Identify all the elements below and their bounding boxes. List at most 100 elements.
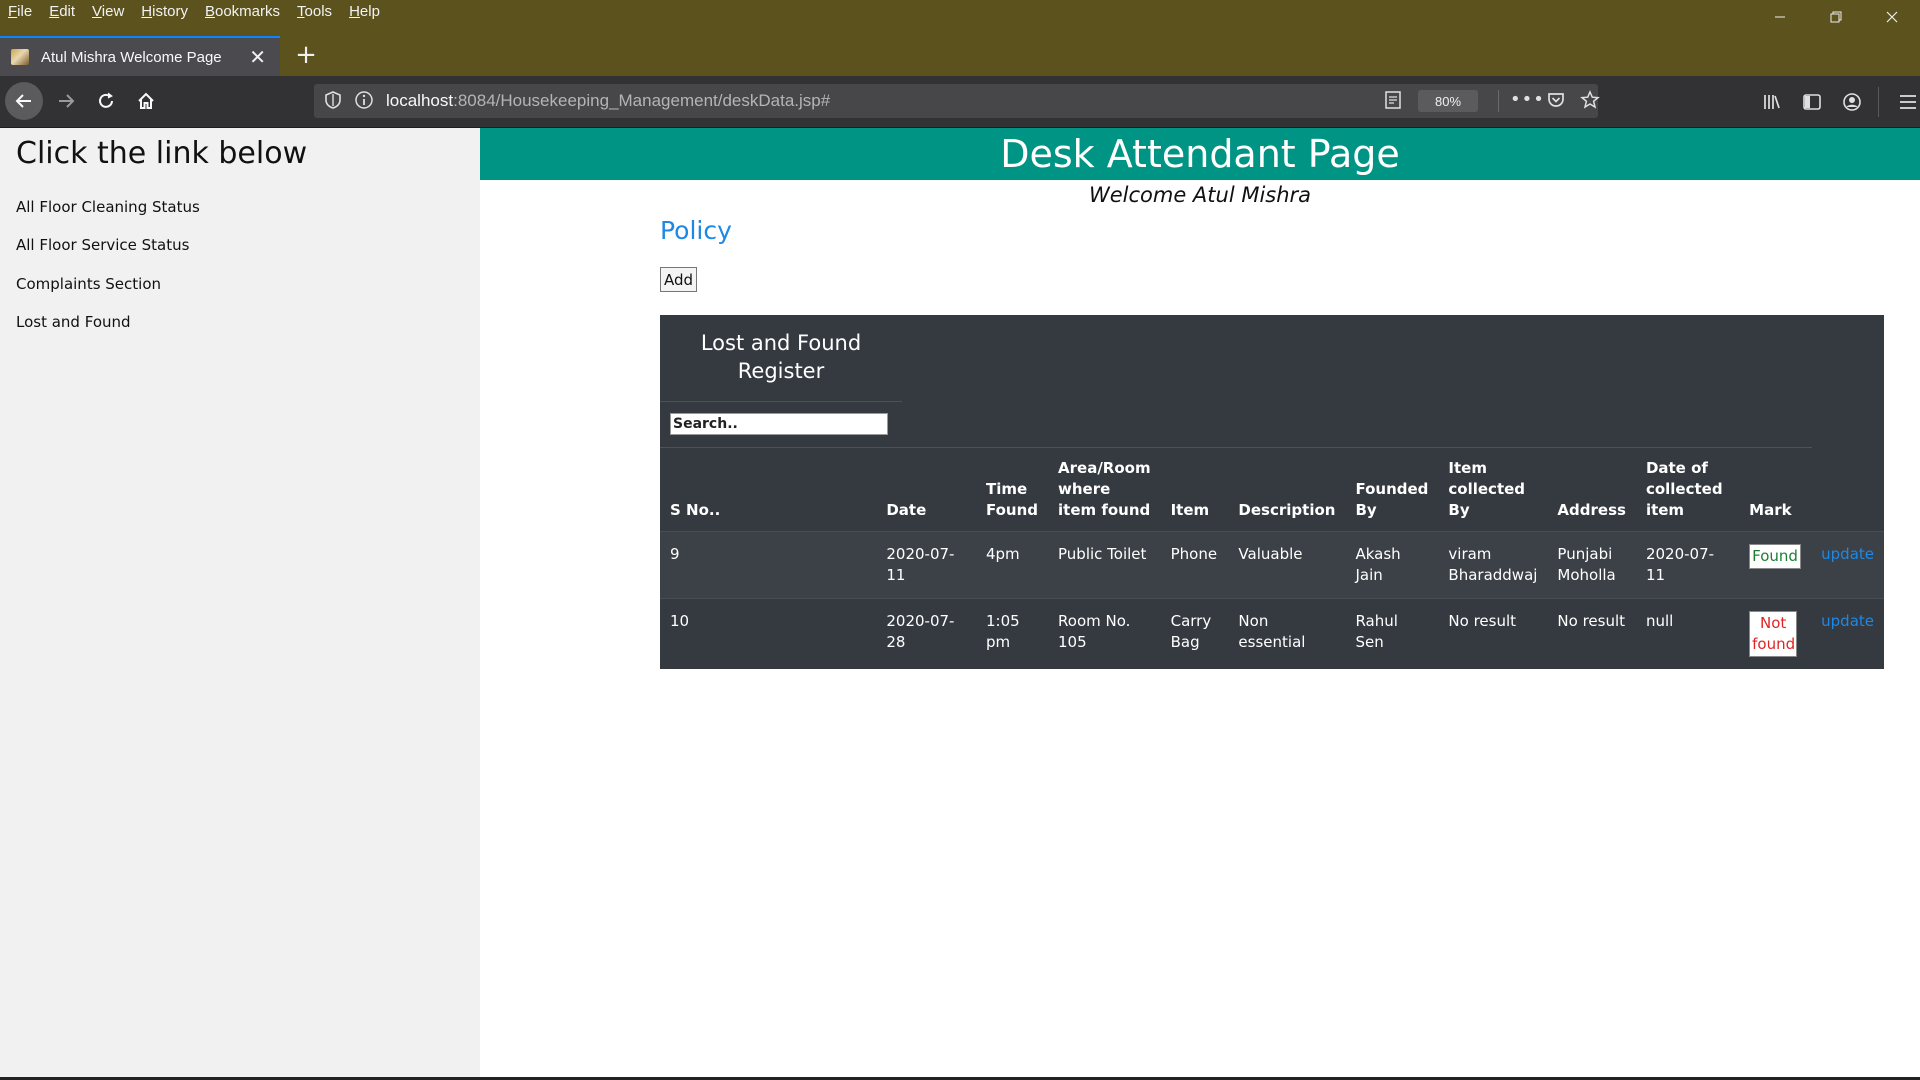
- tab-title: Atul Mishra Welcome Page: [41, 48, 222, 66]
- zoom-level-badge[interactable]: 80%: [1418, 90, 1478, 112]
- sidebar-link-floor-service[interactable]: All Floor Service Status: [16, 236, 189, 254]
- shield-icon[interactable]: [324, 90, 342, 114]
- bookmark-star-icon[interactable]: [1580, 90, 1600, 114]
- cell-action: update: [1811, 531, 1884, 599]
- col-area: Area/Room where item found: [1058, 459, 1151, 519]
- cell-address: No result: [1547, 598, 1636, 669]
- browser-titlebar: File Edit View History Bookmarks Tools H…: [0, 0, 1920, 76]
- cell-description: Non essential: [1228, 598, 1346, 669]
- cell-time: 4pm: [975, 531, 1049, 599]
- welcome-message: Welcome Atul Mishra: [1088, 183, 1312, 207]
- cell-collected-date: 2020-07-11: [1635, 531, 1740, 599]
- cell-item: Carry Bag: [1160, 598, 1229, 669]
- cell-action: update: [1811, 598, 1884, 669]
- new-tab-plus-icon[interactable]: +: [290, 38, 322, 72]
- col-founded-by: Founded By: [1355, 480, 1429, 519]
- cell-collected-by: No result: [1438, 598, 1548, 669]
- col-time-found: Time Found: [985, 480, 1039, 519]
- table-row: 9 2020-07-11 4pm Public Toilet Phone Val…: [660, 531, 1884, 599]
- forward-arrow-icon[interactable]: [47, 82, 85, 120]
- sidebar: Click the link below All Floor Cleaning …: [0, 128, 480, 1080]
- url-host: localhost: [386, 91, 454, 110]
- page-header: Desk Attendant Page: [480, 128, 1920, 180]
- cell-sno: 10: [660, 598, 877, 669]
- cell-area: Room No. 105: [1048, 598, 1161, 669]
- title-divider: [660, 401, 902, 402]
- cell-mark: Not found: [1739, 598, 1812, 669]
- urlbar-separator: [1498, 90, 1499, 112]
- active-tab[interactable]: Atul Mishra Welcome Page ✕: [0, 36, 280, 76]
- col-collected-by: Item collected By: [1448, 459, 1526, 519]
- cell-item: Phone: [1160, 531, 1229, 599]
- menu-file[interactable]: File: [0, 0, 41, 24]
- col-mark: Mark: [1749, 501, 1792, 519]
- close-window-icon[interactable]: [1864, 0, 1920, 34]
- register-title: Lost and Found Register: [700, 331, 862, 383]
- update-link[interactable]: update: [1821, 545, 1874, 563]
- cell-time: 1:05 pm: [975, 598, 1049, 669]
- toolbar-right: [1752, 76, 1920, 127]
- cell-collected-date: null: [1635, 598, 1740, 669]
- library-icon[interactable]: [1752, 92, 1792, 112]
- col-sno: S No..: [670, 501, 721, 519]
- page-favicon-icon: [11, 49, 29, 65]
- minimize-icon[interactable]: [1752, 0, 1808, 34]
- cell-date: 2020-07-11: [876, 531, 976, 599]
- menu-tools[interactable]: Tools: [289, 0, 341, 24]
- sidebar-toggle-icon[interactable]: [1792, 92, 1832, 112]
- menu-bar: File Edit View History Bookmarks Tools H…: [0, 0, 389, 24]
- back-arrow-icon[interactable]: [5, 82, 43, 120]
- col-collected-date: Date of collected item: [1645, 459, 1723, 519]
- col-item: Item: [1170, 501, 1210, 519]
- col-address: Address: [1557, 501, 1626, 519]
- col-description: Description: [1238, 501, 1336, 519]
- hamburger-menu-icon[interactable]: [1893, 94, 1920, 110]
- sidebar-link-floor-cleaning[interactable]: All Floor Cleaning Status: [16, 198, 200, 216]
- window-controls: [1752, 0, 1920, 34]
- menu-bookmarks[interactable]: Bookmarks: [197, 0, 289, 24]
- url-bar[interactable]: localhost:8084/Housekeeping_Management/d…: [314, 84, 1600, 118]
- tab-close-icon[interactable]: ✕: [249, 45, 266, 69]
- web-page: Click the link below All Floor Cleaning …: [0, 128, 1920, 1080]
- update-link[interactable]: update: [1821, 612, 1874, 630]
- table-row: 10 2020-07-28 1:05 pm Room No. 105 Carry…: [660, 598, 1884, 669]
- mark-not-found-button[interactable]: Not found: [1749, 611, 1798, 657]
- account-icon[interactable]: [1832, 92, 1872, 112]
- page-title: Desk Attendant Page: [1000, 132, 1400, 176]
- cell-area: Public Toilet: [1048, 531, 1161, 599]
- site-info-icon[interactable]: [354, 90, 374, 114]
- col-date: Date: [886, 501, 927, 519]
- cell-description: Valuable: [1228, 531, 1346, 599]
- policy-link[interactable]: Policy: [660, 216, 732, 245]
- reload-icon[interactable]: [87, 82, 125, 120]
- lost-and-found-register: Lost and Found Register S No.. Date Time…: [660, 315, 1884, 669]
- main-content: Desk Attendant Page Welcome Atul Mishra …: [480, 128, 1920, 1080]
- home-icon[interactable]: [127, 82, 165, 120]
- restore-icon[interactable]: [1808, 0, 1864, 34]
- menu-view[interactable]: View: [84, 0, 133, 24]
- menu-history[interactable]: History: [133, 0, 197, 24]
- cell-founded-by: Akash Jain: [1345, 531, 1439, 599]
- cell-collected-by: viram Bharaddwaj: [1438, 531, 1548, 599]
- navigation-toolbar: localhost:8084/Housekeeping_Management/d…: [0, 76, 1920, 128]
- toolbar-separator: [1878, 86, 1879, 117]
- menu-help[interactable]: Help: [341, 0, 389, 24]
- url-path: :8084/Housekeeping_Management/deskData.j…: [453, 91, 831, 110]
- cell-founded-by: Rahul Sen: [1345, 598, 1439, 669]
- add-button[interactable]: Add: [660, 267, 698, 292]
- url-text: localhost:8084/Housekeeping_Management/d…: [386, 91, 830, 111]
- cell-sno: 9: [660, 531, 877, 599]
- sidebar-link-complaints[interactable]: Complaints Section: [16, 275, 161, 293]
- mark-found-button[interactable]: Found: [1749, 544, 1801, 569]
- cell-mark: Found: [1739, 531, 1812, 599]
- sidebar-link-lost-and-found[interactable]: Lost and Found: [16, 313, 131, 331]
- menu-edit[interactable]: Edit: [41, 0, 84, 24]
- cell-date: 2020-07-28: [876, 598, 976, 669]
- table-header-row: S No.. Date Time Found Area/Room where i…: [660, 448, 1884, 532]
- reader-view-icon[interactable]: [1384, 90, 1402, 114]
- lost-found-table: S No.. Date Time Found Area/Room where i…: [660, 448, 1884, 669]
- search-input[interactable]: [670, 413, 888, 435]
- page-actions-icon[interactable]: •••: [1510, 89, 1545, 110]
- sidebar-heading: Click the link below: [16, 136, 308, 171]
- pocket-icon[interactable]: [1546, 90, 1566, 114]
